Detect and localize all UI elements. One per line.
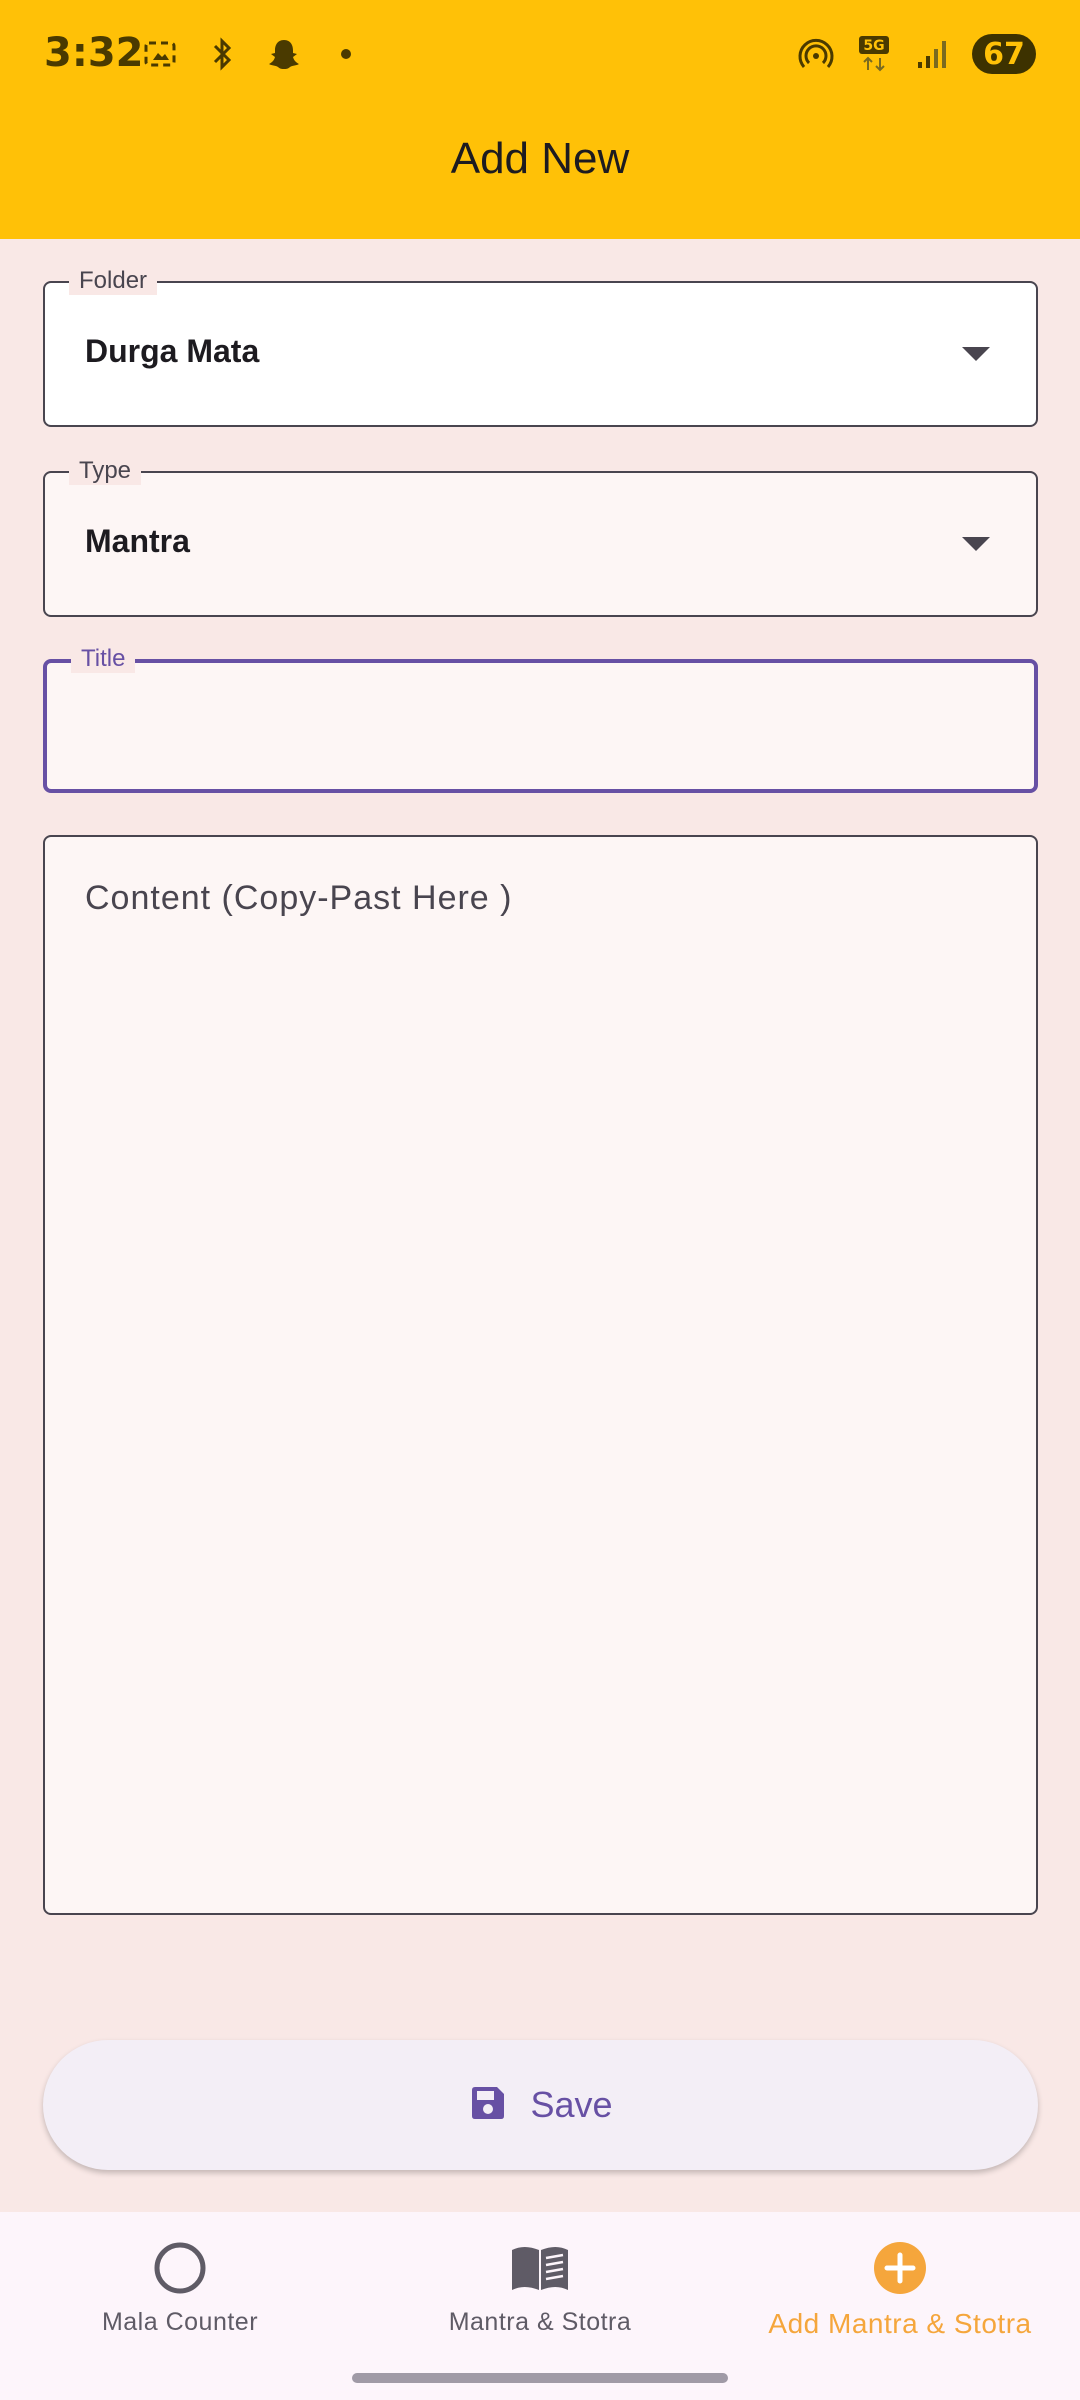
save-icon (468, 2083, 508, 2128)
nav-label-add-mantra-stotra: Add Mantra & Stotra (768, 2308, 1032, 2339)
folder-value: Durga Mata (85, 333, 260, 369)
dropdown-arrow-icon (962, 347, 990, 361)
screenshot-icon (142, 36, 178, 72)
bottom-navigation: Mala Counter Mantra & Stotra Add Mantra … (0, 2212, 1080, 2400)
nav-label-mantra-stotra: Mantra & Stotra (448, 2308, 632, 2336)
folder-dropdown[interactable]: Folder Durga Mata (43, 267, 1038, 427)
status-icons-right: 5G 67 (798, 34, 1036, 74)
circle-icon (152, 2238, 208, 2298)
title-input[interactable]: Title (43, 645, 1038, 793)
save-button[interactable]: Save (43, 2040, 1038, 2170)
status-icons-left (142, 36, 364, 72)
content-placeholder: Content (Copy-Past Here ) (85, 879, 513, 917)
hotspot-icon (798, 36, 834, 72)
snapchat-icon (266, 36, 302, 72)
page-title: Add New (450, 134, 630, 183)
title-label: Title (71, 645, 136, 673)
signal-icon (914, 36, 950, 72)
5g-icon: 5G (856, 36, 892, 72)
bluetooth-icon (204, 36, 240, 72)
battery-icon: 67 (972, 34, 1036, 74)
book-icon (508, 2238, 572, 2298)
content-textarea[interactable]: Content (Copy-Past Here ) (43, 835, 1038, 1915)
nav-item-mantra-stotra[interactable]: Mantra & Stotra (360, 2212, 720, 2362)
app-bar: 3:32 5G 67 Add New (0, 0, 1080, 239)
svg-text:5G: 5G (863, 38, 884, 54)
nav-item-add-mantra-stotra[interactable]: Add Mantra & Stotra (720, 2212, 1080, 2362)
add-circle-icon (872, 2238, 928, 2298)
type-dropdown[interactable]: Type Mantra (43, 457, 1038, 617)
dot-icon (328, 36, 364, 72)
type-value: Mantra (85, 523, 190, 559)
folder-label: Folder (69, 267, 158, 295)
nav-label-mala-counter: Mala Counter (101, 2308, 259, 2336)
nav-item-mala-counter[interactable]: Mala Counter (0, 2212, 360, 2362)
home-indicator[interactable] (352, 2373, 728, 2383)
status-time: 3:32 (44, 30, 144, 76)
type-label: Type (69, 457, 142, 485)
save-label: Save (530, 2084, 613, 2125)
dropdown-arrow-icon (962, 537, 990, 551)
